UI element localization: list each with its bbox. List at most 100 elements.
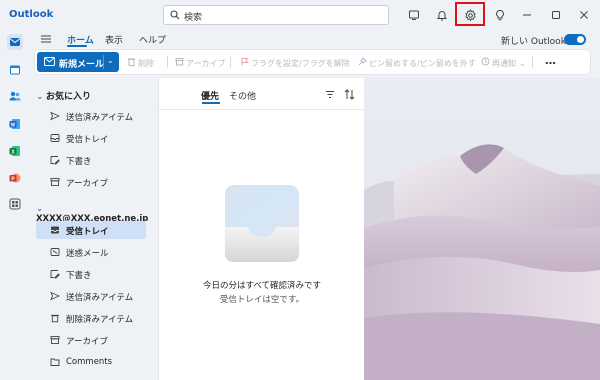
desert-landscape-background (364, 78, 600, 380)
settings-highlight-box (455, 2, 485, 26)
tab-focused[interactable]: 優先 (201, 89, 219, 102)
divider (167, 56, 168, 68)
pin-label: ピン留めする/ピン留めを外す (369, 59, 476, 68)
flag-button[interactable]: フラグを設定/フラグを解除 (240, 57, 350, 69)
minimize-icon[interactable] (518, 6, 536, 24)
folder-drafts[interactable]: 下書き (36, 265, 146, 283)
search-icon (170, 10, 180, 20)
more-apps-icon[interactable] (7, 196, 23, 212)
empty-state-subtitle: 受信トレイは空です。 (219, 295, 305, 305)
folder-label: アーカイブ (66, 337, 108, 347)
chevron-down-icon: ⌄ (36, 204, 44, 214)
more-options-button[interactable]: … (545, 54, 556, 67)
reading-pane (364, 78, 600, 380)
inbox-icon (51, 226, 59, 234)
meet-now-icon[interactable] (405, 6, 423, 24)
powerpoint-app-icon[interactable]: P (7, 170, 23, 186)
chevron-down-icon: ⌄ (36, 92, 44, 102)
snooze-button[interactable]: 再通知 ⌄ (481, 57, 526, 69)
empty-inbox-illustration (225, 185, 299, 262)
archive-button[interactable]: アーカイブ (175, 57, 226, 69)
send-icon (50, 111, 60, 121)
folder-label: 下書き (66, 271, 92, 281)
mail-icon (44, 57, 55, 66)
excel-app-icon[interactable]: X (7, 143, 23, 159)
send-icon (50, 291, 60, 301)
sort-icon[interactable] (344, 89, 355, 100)
delete-button[interactable]: 削除 (127, 57, 154, 69)
svg-text:W: W (11, 122, 16, 128)
folder-comments[interactable]: Comments (36, 353, 146, 371)
folder-label: 受信トレイ (66, 135, 109, 145)
chevron-down-icon[interactable]: ⌄ (107, 56, 114, 65)
app-rail: W X P (0, 30, 30, 380)
people-app-icon[interactable] (7, 88, 23, 104)
ribbon: ホーム 表示 ヘルプ 新しい Outlook 新規メール ⌄ 削除 アーカイブ … (30, 30, 600, 78)
list-divider (159, 109, 365, 110)
draft-icon (50, 270, 60, 279)
folder-favorites-drafts[interactable]: 下書き (36, 151, 146, 169)
command-bar: 新規メール ⌄ 削除 アーカイブ フラグを設定/フラグを解除 ピン留めする/ピン… (35, 50, 590, 74)
search-box[interactable]: 検索 (163, 5, 389, 25)
new-mail-button[interactable]: 新規メール ⌄ (37, 52, 119, 72)
mail-app-icon[interactable] (7, 34, 23, 50)
hamburger-menu-icon[interactable] (40, 34, 52, 47)
folder-label: Comments (66, 357, 113, 367)
folder-junk[interactable]: 迷惑メール (36, 243, 146, 261)
close-icon[interactable] (575, 6, 593, 24)
new-outlook-label: 新しい Outlook (501, 37, 566, 47)
divider (230, 56, 231, 68)
flag-label: フラグを設定/フラグを解除 (251, 59, 350, 68)
message-list: 優先 その他 今日の分はすべて確認済みです 受信トレイは空です。 (158, 78, 365, 380)
clock-icon (481, 57, 490, 66)
tab-help[interactable]: ヘルプ (139, 33, 166, 46)
folder-sent[interactable]: 送信済みアイテム (36, 287, 146, 305)
folder-label: 迷惑メール (66, 249, 109, 259)
archive-label: アーカイブ (186, 59, 226, 68)
folder-label: 下書き (66, 157, 92, 167)
tab-home-underline (67, 45, 87, 47)
folder-icon (50, 358, 60, 366)
favorites-header[interactable]: ⌄ お気に入り (36, 89, 91, 102)
folder-favorites-archive[interactable]: アーカイブ (36, 173, 146, 191)
draft-icon (50, 156, 60, 165)
folder-label: アーカイブ (66, 179, 108, 189)
folder-favorites-sent[interactable]: 送信済みアイテム (36, 107, 146, 125)
flag-icon (241, 58, 249, 66)
word-app-icon[interactable]: W (7, 116, 23, 132)
split-divider (103, 55, 104, 69)
folder-deleted[interactable]: 削除済みアイテム (36, 309, 146, 327)
filter-icon[interactable] (325, 90, 335, 99)
inbox-icon (50, 134, 60, 142)
tab-other[interactable]: その他 (229, 89, 256, 102)
folder-label: 削除済みアイテム (66, 315, 134, 325)
calendar-app-icon[interactable] (7, 62, 23, 78)
tab-focused-underline (202, 102, 220, 104)
snooze-label: 再通知 (492, 59, 516, 68)
archive-icon (50, 336, 60, 344)
notification-bell-icon[interactable] (433, 6, 451, 24)
tips-lightbulb-icon[interactable] (491, 6, 509, 24)
archive-icon (50, 178, 60, 186)
new-outlook-toggle[interactable] (564, 34, 586, 45)
favorites-label: お気に入り (46, 92, 92, 102)
search-placeholder: 検索 (184, 13, 203, 23)
empty-state-title: 今日の分はすべて確認済みです (202, 281, 322, 291)
title-bar: Outlook 検索 (0, 0, 600, 30)
folder-label: 受信トレイ (66, 227, 109, 237)
folder-archive[interactable]: アーカイブ (36, 331, 146, 349)
folder-label: 送信済みアイテム (66, 293, 134, 303)
folder-favorites-inbox[interactable]: 受信トレイ (36, 129, 146, 147)
app-title: Outlook (9, 9, 54, 20)
trash-icon (51, 314, 59, 323)
folder-inbox[interactable]: 受信トレイ (36, 221, 146, 239)
tab-view[interactable]: 表示 (105, 33, 123, 46)
pin-button[interactable]: ピン留めする/ピン留めを外す (358, 57, 476, 69)
new-mail-label: 新規メール (59, 60, 105, 70)
trash-icon (128, 58, 135, 66)
junk-icon (50, 248, 60, 256)
maximize-icon[interactable] (547, 6, 565, 24)
folder-label: 送信済みアイテム (66, 113, 134, 123)
delete-label: 削除 (138, 59, 154, 68)
pin-icon (358, 57, 367, 66)
